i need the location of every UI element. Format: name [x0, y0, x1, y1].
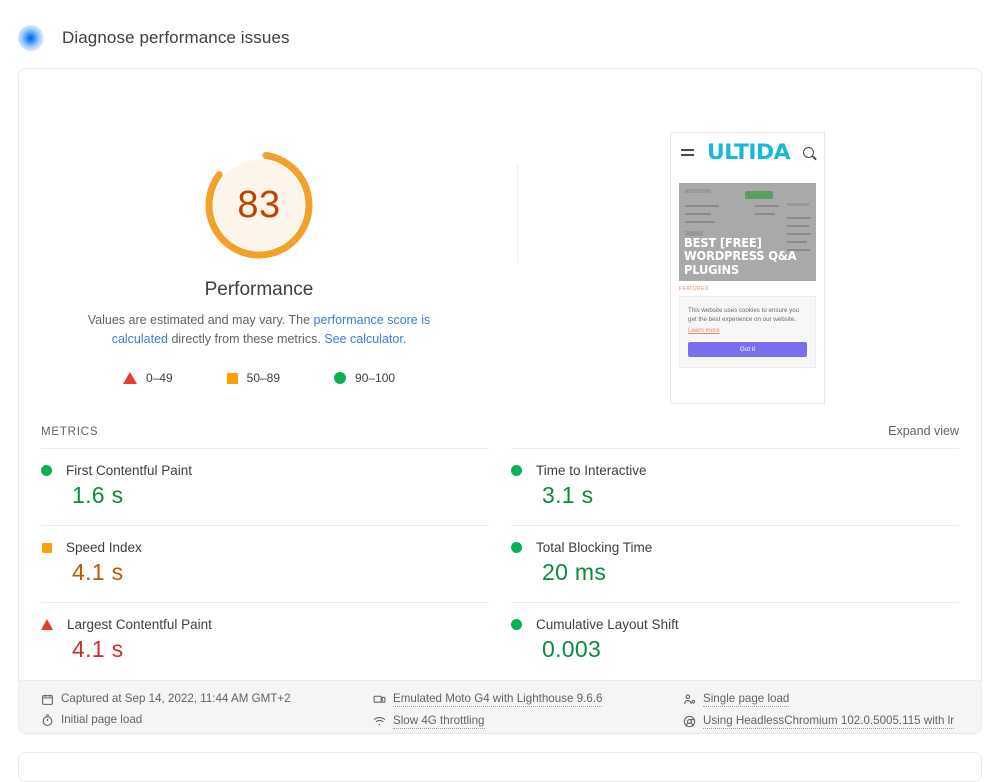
- search-icon: [803, 146, 814, 158]
- performance-gauge[interactable]: 83: [201, 147, 317, 263]
- metric-item[interactable]: Time to Interactive 3.1 s: [511, 448, 959, 525]
- metric-item[interactable]: Total Blocking Time 20 ms: [511, 525, 959, 602]
- thumbnail-hero-title: BEST [FREE] WORDPRESS Q&A PLUGINS: [684, 234, 797, 277]
- lighthouse-icon: [18, 25, 44, 51]
- device-icon: [373, 693, 386, 706]
- score-description: Values are estimated and may vary. The p…: [59, 311, 459, 349]
- legend-item-average: 50–89: [226, 371, 281, 385]
- section-divider: [517, 164, 518, 262]
- hamburger-icon: [681, 148, 694, 156]
- metric-name: Cumulative Layout Shift: [536, 617, 679, 632]
- user-agent-text: Using HeadlessChromium 102.0.5005.115 wi…: [703, 714, 955, 729]
- thumbnail-cookie-banner: This website uses cookies to ensure you …: [679, 296, 816, 368]
- cookie-banner-text: This website uses cookies to ensure you …: [688, 307, 800, 323]
- metadata-throttling[interactable]: Slow 4G throttling: [373, 714, 683, 729]
- load-type-text: Single page load: [703, 692, 790, 707]
- cookie-accept-button[interactable]: Got it: [688, 342, 807, 357]
- thumbnail-site-header: ULTIDA: [671, 133, 824, 171]
- score-description-text-2: directly from these metrics.: [167, 332, 325, 346]
- throttling-text: Slow 4G throttling: [393, 714, 485, 729]
- metric-name: Largest Contentful Paint: [67, 617, 212, 632]
- metric-item[interactable]: First Contentful Paint 1.6 s: [41, 448, 489, 525]
- next-card-partial: [18, 752, 982, 782]
- page-screenshot-thumbnail[interactable]: ULTIDA BEST [FREE] WORDPRESS Q&A PLUGINS…: [670, 132, 825, 404]
- metadata-column-environment: Single page load Using HeadlessChromium …: [683, 692, 963, 729]
- page-header: Diagnose performance issues: [0, 0, 1000, 54]
- metric-value: 3.1 s: [542, 482, 594, 508]
- legend-label-fail: 0–49: [145, 371, 173, 385]
- metadata-captured-at: Captured at Sep 14, 2022, 11:44 AM GMT+2: [41, 692, 373, 706]
- metric-value: 20 ms: [542, 559, 607, 585]
- see-calculator-link[interactable]: See calculator: [324, 332, 403, 346]
- metric-value: 1.6 s: [72, 482, 124, 508]
- metric-item[interactable]: Speed Index 4.1 s: [41, 525, 489, 602]
- score-legend: 0–49 50–89 90–100: [19, 371, 499, 385]
- legend-item-pass: 90–100: [334, 371, 395, 385]
- chromium-icon: [683, 715, 696, 728]
- expand-view-button[interactable]: Expand view: [888, 424, 959, 438]
- single-page-icon: [683, 693, 696, 706]
- metrics-title: METRICS: [41, 426, 99, 438]
- status-circle-icon: [511, 465, 522, 476]
- metric-name: Time to Interactive: [536, 463, 647, 478]
- wifi-icon: [373, 715, 386, 728]
- captured-at-text: Captured at Sep 14, 2022, 11:44 AM GMT+2: [61, 692, 291, 705]
- metric-item[interactable]: Cumulative Layout Shift 0.003: [511, 602, 959, 679]
- metric-name: First Contentful Paint: [66, 463, 193, 478]
- hero-green-button: [744, 191, 773, 199]
- metrics-grid: First Contentful Paint 1.6 s Time to Int…: [19, 448, 981, 679]
- calendar-icon: [41, 693, 54, 706]
- metric-item[interactable]: Largest Contentful Paint 4.1 s: [41, 602, 489, 679]
- metric-value: 0.003: [542, 636, 602, 662]
- triangle-icon: [122, 372, 137, 384]
- thumbnail-hero-image: BEST [FREE] WORDPRESS Q&A PLUGINS: [679, 183, 816, 281]
- status-circle-icon: [511, 619, 522, 630]
- metadata-page-load: Initial page load: [41, 713, 373, 727]
- status-triangle-icon: [41, 619, 53, 630]
- performance-score-value: 83: [237, 183, 281, 226]
- metadata-load-type[interactable]: Single page load: [683, 692, 963, 707]
- page-load-text: Initial page load: [61, 713, 143, 726]
- performance-score-block: 83 Performance Values are estimated and …: [19, 69, 499, 385]
- score-and-thumbnail-section: 83 Performance Values are estimated and …: [19, 69, 981, 424]
- metadata-user-agent[interactable]: Using HeadlessChromium 102.0.5005.115 wi…: [683, 714, 963, 729]
- square-icon: [226, 372, 238, 384]
- metadata-column-device: Emulated Moto G4 with Lighthouse 9.6.6 S…: [373, 692, 683, 729]
- metric-name: Speed Index: [66, 540, 142, 555]
- cookie-learn-more-link[interactable]: Learn more: [688, 327, 807, 334]
- score-description-text-3: .: [402, 332, 407, 346]
- thumbnail-category-label: FEATURED: [679, 286, 709, 292]
- performance-score-label: Performance: [204, 279, 314, 300]
- metadata-emulation[interactable]: Emulated Moto G4 with Lighthouse 9.6.6: [373, 692, 683, 707]
- score-description-text-1: Values are estimated and may vary. The: [87, 313, 314, 327]
- legend-label-average: 50–89: [246, 371, 281, 385]
- report-metadata-bar: Captured at Sep 14, 2022, 11:44 AM GMT+2…: [19, 680, 981, 733]
- emulation-text: Emulated Moto G4 with Lighthouse 9.6.6: [393, 692, 603, 707]
- thumbnail-site-logo: ULTIDA: [707, 140, 790, 164]
- status-circle-icon: [511, 542, 522, 553]
- metric-value: 4.1 s: [72, 636, 124, 662]
- circle-icon: [334, 372, 347, 384]
- status-circle-icon: [41, 465, 52, 476]
- metadata-column-capture: Captured at Sep 14, 2022, 11:44 AM GMT+2…: [41, 692, 373, 726]
- status-square-icon: [41, 542, 52, 553]
- page-title: Diagnose performance issues: [62, 28, 290, 47]
- stopwatch-icon: [41, 714, 54, 727]
- legend-label-pass: 90–100: [355, 371, 396, 385]
- lighthouse-report-card: 83 Performance Values are estimated and …: [18, 68, 982, 734]
- legend-item-fail: 0–49: [122, 371, 173, 385]
- metrics-header: METRICS Expand view: [19, 424, 981, 448]
- metric-name: Total Blocking Time: [536, 540, 653, 555]
- metric-value: 4.1 s: [72, 559, 124, 585]
- thumbnail-spacer: [671, 171, 824, 183]
